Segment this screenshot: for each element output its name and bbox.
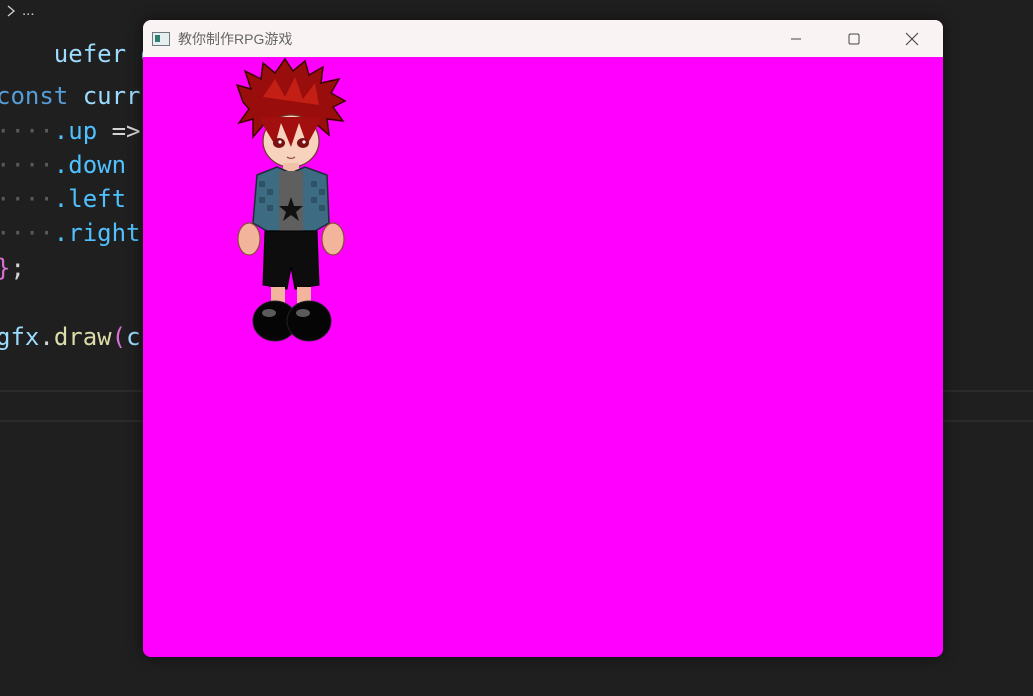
window-titlebar[interactable]: 教你制作RPG游戏 <box>143 20 943 57</box>
code-line-3: ····.up => <box>0 117 141 145</box>
app-icon <box>152 31 170 46</box>
game-canvas[interactable] <box>143 57 943 657</box>
code-line-4: ····.down <box>0 151 127 179</box>
window-title: 教你制作RPG游戏 <box>178 30 293 47</box>
code-line-8: gfx.draw(c <box>0 323 141 351</box>
code-line-2: const curr <box>0 82 141 110</box>
close-button[interactable] <box>883 20 941 57</box>
minimize-button[interactable] <box>767 20 825 57</box>
close-icon <box>905 32 919 45</box>
code-line-6: ····.right <box>0 219 141 247</box>
maximize-button[interactable] <box>825 20 883 57</box>
game-window: 教你制作RPG游戏 <box>143 20 943 657</box>
maximize-icon <box>848 33 860 44</box>
code-line-5: ····.left <box>0 185 127 213</box>
code-line-7: }; <box>0 254 25 282</box>
player-character-sprite <box>235 57 347 342</box>
minimize-icon <box>791 38 801 39</box>
